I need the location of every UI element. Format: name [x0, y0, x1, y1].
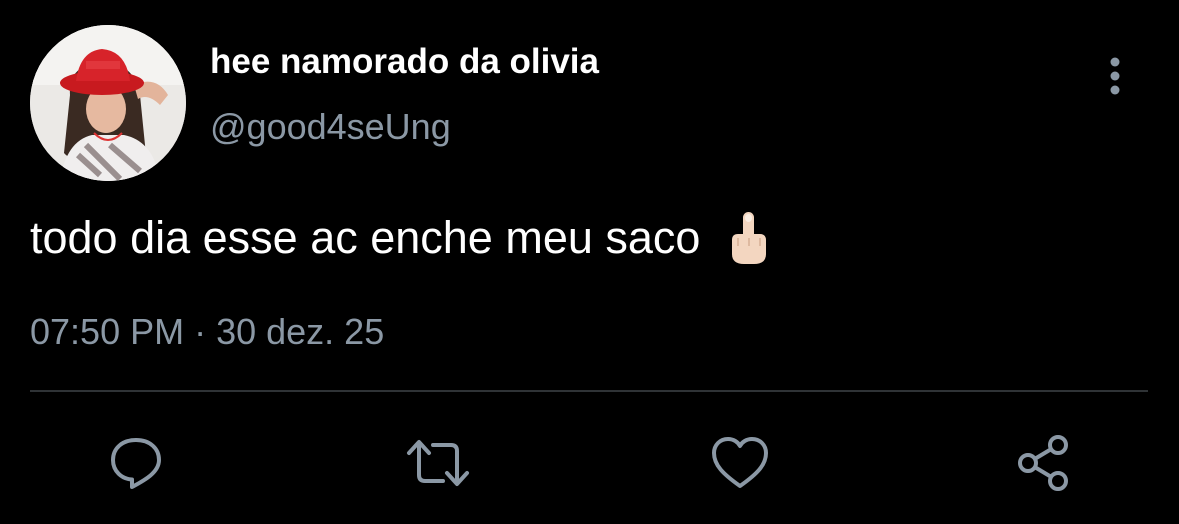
- divider: [30, 390, 1148, 392]
- share-icon: [1018, 435, 1068, 491]
- retweet-button[interactable]: [405, 430, 471, 496]
- retweet-icon: [407, 440, 469, 486]
- reply-icon: [111, 438, 161, 489]
- username-handle[interactable]: @good4seUng: [210, 104, 451, 150]
- display-name[interactable]: hee namorado da olivia: [210, 40, 599, 84]
- share-button[interactable]: [1010, 430, 1076, 496]
- tweet-text-content: todo dia esse ac enche meu saco: [30, 212, 701, 263]
- like-button[interactable]: [707, 430, 773, 496]
- more-options-button[interactable]: [1096, 50, 1134, 102]
- tweet-timestamp[interactable]: 07:50 PM · 30 dez. 25: [30, 309, 384, 355]
- more-vertical-icon: [1110, 57, 1120, 95]
- avatar-photo: [30, 25, 186, 181]
- tweet-text: todo dia esse ac enche meu saco: [30, 208, 772, 268]
- avatar[interactable]: [30, 25, 186, 181]
- heart-icon: [712, 437, 768, 488]
- middle-finger-emoji: [726, 210, 772, 266]
- reply-button[interactable]: [103, 430, 169, 496]
